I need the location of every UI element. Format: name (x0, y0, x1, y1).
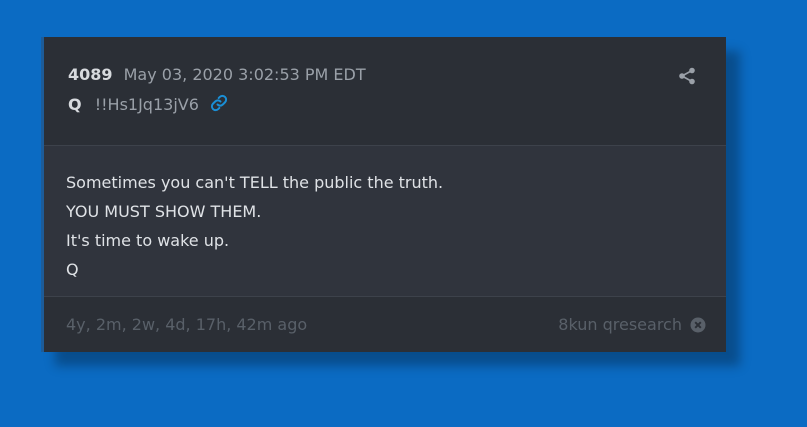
post-source: 8kun qresearch (558, 315, 706, 334)
post-age: 4y, 2m, 2w, 4d, 17h, 42m ago (66, 315, 308, 334)
source-label[interactable]: 8kun qresearch (558, 315, 682, 334)
post-line: YOU MUST SHOW THEM. (66, 202, 262, 221)
share-icon[interactable] (678, 67, 696, 85)
post-line: Sometimes you can't TELL the public the … (66, 173, 444, 192)
link-icon[interactable] (210, 94, 228, 116)
post-header: 4089 May 03, 2020 3:02:53 PM EDT Q !!Hs1… (44, 37, 726, 146)
post-card: 4089 May 03, 2020 3:02:53 PM EDT Q !!Hs1… (41, 37, 726, 352)
post-line: It's time to wake up. (66, 231, 230, 250)
author-name: Q (68, 95, 82, 114)
post-author: Q !!Hs1Jq13jV6 (68, 94, 228, 116)
post-datetime: May 03, 2020 3:02:53 PM EDT (123, 65, 366, 84)
close-circle-icon[interactable] (690, 317, 706, 333)
post-number: 4089 (68, 65, 113, 84)
post-line: Q (66, 260, 79, 279)
post-footer: 4y, 2m, 2w, 4d, 17h, 42m ago 8kun qresea… (44, 297, 726, 352)
post-body: Sometimes you can't TELL the public the … (44, 146, 726, 297)
author-tripcode: !!Hs1Jq13jV6 (94, 95, 199, 114)
post-meta: 4089 May 03, 2020 3:02:53 PM EDT (68, 65, 366, 84)
